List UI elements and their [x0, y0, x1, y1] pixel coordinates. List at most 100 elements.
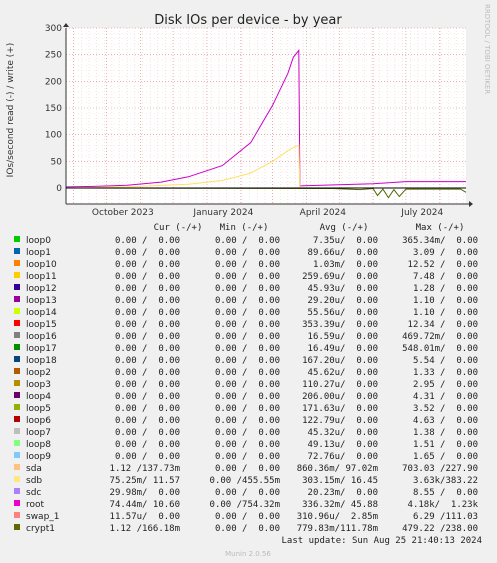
legend-swatch-sdc: [14, 488, 20, 494]
legend-swatch-sda: [14, 464, 20, 470]
legend-swatch-loop18: [14, 356, 20, 362]
legend-swatch-loop1: [14, 248, 20, 254]
legend-value-min: 0.00 /455.55m: [210, 476, 280, 486]
legend-value-cur: 29.98m/ 0.00: [110, 488, 180, 498]
legend-value-avg: 171.63u/ 0.00: [302, 404, 378, 414]
legend-name: loop12: [26, 284, 57, 294]
table-header: Avg (-/+): [320, 223, 369, 233]
legend-value-cur: 0.00 / 0.00: [115, 236, 180, 246]
legend-swatch-loop10: [14, 260, 20, 266]
legend-value-max: 1.28 / 0.00: [413, 284, 478, 294]
legend-value-min: 0.00 / 0.00: [215, 284, 280, 294]
legend-value-cur: 74.44m/ 10.60: [110, 500, 180, 510]
legend-value-min: 0.00 / 0.00: [215, 512, 280, 522]
y-tick-label: 250: [45, 51, 62, 61]
legend-value-avg: 55.56u/ 0.00: [308, 308, 378, 318]
legend-value-cur: 75.25m/ 11.57: [110, 476, 180, 486]
legend-value-min: 0.00 / 0.00: [215, 416, 280, 426]
legend-swatch-loop3: [14, 380, 20, 386]
legend-value-min: 0.00 / 0.00: [215, 392, 280, 402]
legend-value-cur: 0.00 / 0.00: [115, 344, 180, 354]
y-axis-label: IOs/second read (-) / write (+): [6, 43, 16, 178]
legend-swatch-loop12: [14, 284, 20, 290]
legend-value-min: 0.00 / 0.00: [215, 428, 280, 438]
legend-name: loop14: [26, 308, 57, 318]
legend-swatch-loop0: [14, 236, 20, 242]
legend-value-cur: 0.00 / 0.00: [115, 428, 180, 438]
legend-value-cur: 1.12 /137.73m: [110, 464, 180, 474]
legend-swatch-loop4: [14, 392, 20, 398]
last-update: Last update: Sun Aug 25 21:40:13 2024: [282, 536, 482, 546]
legend-value-cur: 11.57u/ 0.00: [110, 512, 180, 522]
x-tick-label: January 2024: [192, 208, 253, 218]
legend-value-max: 1.38 / 0.00: [413, 428, 478, 438]
y-tick-label: 300: [45, 24, 62, 34]
legend-value-cur: 0.00 / 0.00: [115, 356, 180, 366]
legend-value-cur: 0.00 / 0.00: [115, 416, 180, 426]
legend-value-avg: 16.49u/ 0.00: [308, 344, 378, 354]
legend-value-cur: 0.00 / 0.00: [115, 260, 180, 270]
legend-value-max: 5.54 / 0.00: [413, 356, 478, 366]
legend-value-avg: 122.79u/ 0.00: [302, 416, 378, 426]
legend-value-max: 4.18k/ 1.23k: [408, 500, 479, 510]
legend-value-min: 0.00 / 0.00: [215, 236, 280, 246]
legend-value-cur: 0.00 / 0.00: [115, 452, 180, 462]
legend-value-cur: 0.00 / 0.00: [115, 368, 180, 378]
legend-value-avg: 353.39u/ 0.00: [302, 320, 378, 330]
y-tick-label: 150: [45, 104, 62, 114]
legend-value-avg: 779.83m/111.78m: [297, 524, 378, 534]
legend-value-cur: 0.00 / 0.00: [115, 380, 180, 390]
legend-value-avg: 29.20u/ 0.00: [308, 296, 378, 306]
footer-version: Munin 2.0.56: [225, 550, 271, 558]
legend-value-cur: 0.00 / 0.00: [115, 296, 180, 306]
table-header: Min (-/+): [220, 223, 269, 233]
legend-value-avg: 167.20u/ 0.00: [302, 356, 378, 366]
legend-name: loop11: [26, 272, 57, 282]
legend-value-cur: 0.00 / 0.00: [115, 392, 180, 402]
legend-name: swap_1: [26, 512, 60, 522]
y-tick-label: 50: [51, 157, 63, 167]
legend-value-avg: 259.69u/ 0.00: [302, 272, 378, 282]
legend-value-avg: 45.62u/ 0.00: [308, 368, 378, 378]
legend-name: loop9: [26, 452, 51, 462]
legend-name: loop1: [26, 248, 51, 258]
legend-value-min: 0.00 / 0.00: [215, 524, 280, 534]
legend-swatch-loop8: [14, 440, 20, 446]
legend-value-cur: 0.00 / 0.00: [115, 284, 180, 294]
legend-value-min: 0.00 / 0.00: [215, 296, 280, 306]
x-tick-label: April 2024: [300, 208, 347, 218]
legend-swatch-loop17: [14, 344, 20, 350]
y-tick-label: 0: [56, 184, 62, 194]
legend-swatch-loop14: [14, 308, 20, 314]
legend-value-max: 365.34m/ 0.00: [402, 236, 478, 246]
legend-value-max: 703.03 /227.90: [402, 464, 478, 474]
legend-value-avg: 110.27u/ 0.00: [302, 380, 378, 390]
legend-value-min: 0.00 / 0.00: [215, 452, 280, 462]
legend-value-min: 0.00 / 0.00: [215, 380, 280, 390]
legend-name: loop10: [26, 260, 57, 270]
legend-name: sdb: [26, 476, 42, 486]
legend-value-max: 3.63k/383.22: [413, 476, 478, 486]
legend-swatch-crypt1: [14, 524, 20, 530]
y-tick-label: 200: [45, 77, 62, 87]
legend-swatch-loop11: [14, 272, 20, 278]
disk-io-chart: Disk IOs per device - by year RRDTOOL / …: [0, 0, 497, 563]
y-tick-label: 100: [45, 131, 62, 141]
legend-value-max: 548.01m/ 0.00: [402, 344, 478, 354]
legend-name: loop4: [26, 392, 51, 402]
legend-value-cur: 0.00 / 0.00: [115, 320, 180, 330]
legend-value-avg: 45.93u/ 0.00: [308, 284, 378, 294]
legend-swatch-loop2: [14, 368, 20, 374]
legend-swatch-root: [14, 500, 20, 506]
legend-value-max: 2.95 / 0.00: [413, 380, 478, 390]
legend-value-avg: 336.32m/ 45.88: [302, 500, 378, 510]
legend-value-min: 0.00 / 0.00: [215, 368, 280, 378]
legend-value-max: 479.22 /238.00: [402, 524, 478, 534]
legend-name: loop16: [26, 332, 57, 342]
legend-value-min: 0.00 / 0.00: [215, 260, 280, 270]
legend-value-cur: 0.00 / 0.00: [115, 308, 180, 318]
side-label: RRDTOOL / TOBI OETIKER: [483, 4, 491, 94]
legend-swatch-loop6: [14, 416, 20, 422]
legend-swatch-loop13: [14, 296, 20, 302]
legend-value-avg: 72.76u/ 0.00: [308, 452, 378, 462]
